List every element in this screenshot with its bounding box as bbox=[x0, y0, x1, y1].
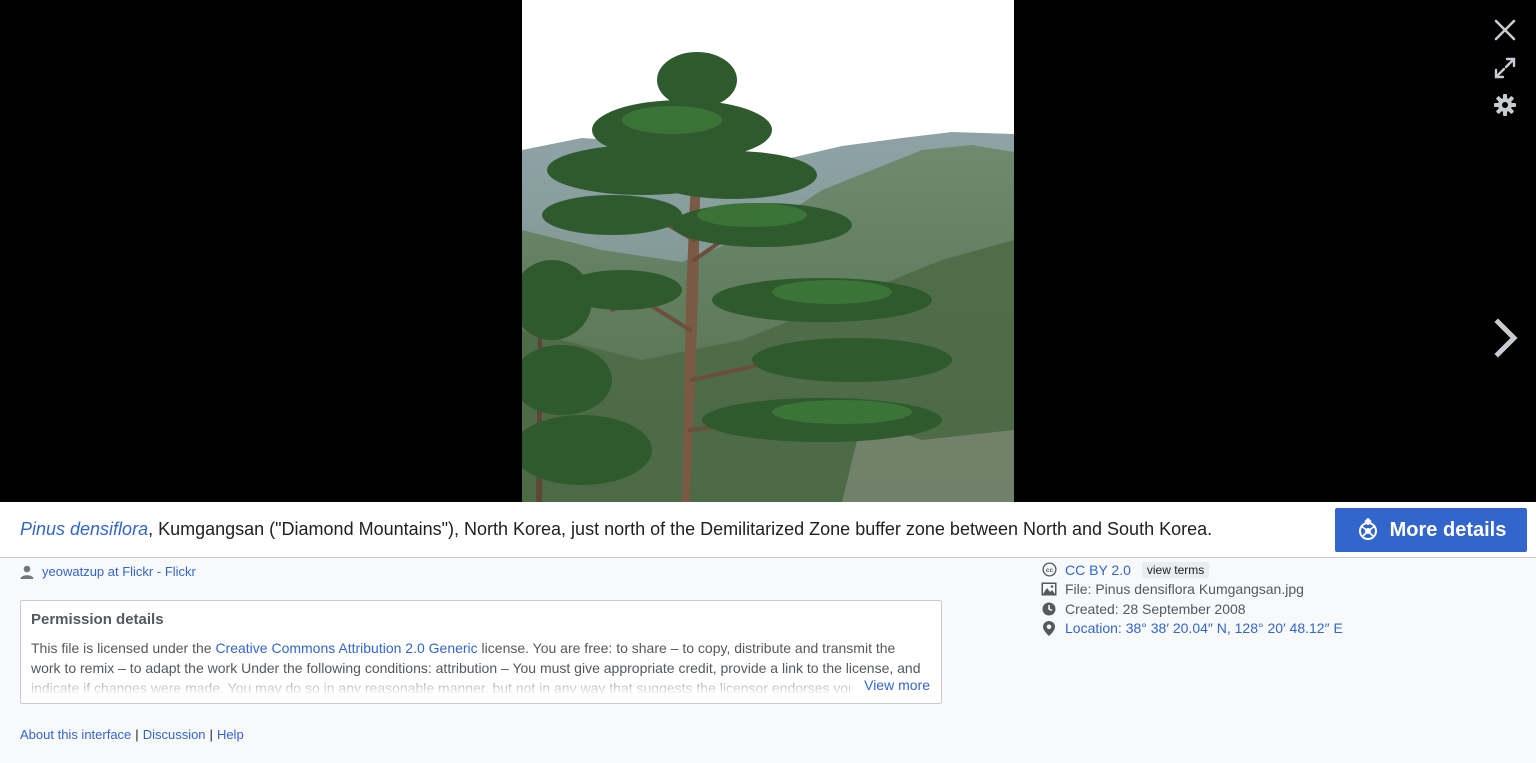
next-image-button[interactable] bbox=[1486, 315, 1526, 361]
file-metadata: cc CC BY 2.0 view terms File: Pinus dens… bbox=[1041, 560, 1343, 638]
image-caption: Pinus densiflora, Kumgangsan ("Diamond M… bbox=[20, 519, 1212, 540]
gear-icon bbox=[1494, 94, 1516, 116]
separator: | bbox=[209, 727, 213, 742]
photo-illustration bbox=[522, 0, 1014, 502]
close-icon bbox=[1494, 19, 1516, 41]
location-row: Location: 38° 38′ 20.04″ N, 128° 20′ 48.… bbox=[1041, 619, 1343, 639]
view-more-link[interactable]: View more bbox=[850, 677, 930, 693]
permission-title: Permission details bbox=[31, 611, 164, 628]
created-date: Created: 28 September 2008 bbox=[1065, 600, 1246, 617]
created-row: Created: 28 September 2008 bbox=[1041, 599, 1343, 619]
separator: | bbox=[135, 727, 139, 742]
creative-commons-icon: cc bbox=[1041, 562, 1057, 577]
help-link[interactable]: Help bbox=[217, 727, 244, 742]
permission-body: This file is licensed under the Creative… bbox=[31, 638, 926, 694]
caption-description: , Kumgangsan ("Diamond Mountains"), Nort… bbox=[148, 519, 1213, 539]
fullscreen-button[interactable] bbox=[1490, 53, 1520, 83]
license-link[interactable]: Creative Commons Attribution 2.0 Generic bbox=[215, 640, 477, 656]
clock-icon bbox=[1042, 602, 1056, 616]
more-details-label: More details bbox=[1389, 518, 1507, 541]
map-pin-icon bbox=[1043, 620, 1055, 636]
commons-logo-icon bbox=[1358, 518, 1377, 540]
permission-details-panel: Permission details This file is licensed… bbox=[20, 600, 942, 704]
license-name-link[interactable]: CC BY 2.0 bbox=[1065, 562, 1131, 578]
text-fade bbox=[31, 678, 926, 694]
filename-row: File: Pinus densiflora Kumgangsan.jpg bbox=[1041, 580, 1343, 600]
author-credit: yeowatzup at Flickr - Flickr bbox=[20, 564, 196, 579]
species-link[interactable]: Pinus densiflora bbox=[20, 519, 148, 539]
close-button[interactable] bbox=[1490, 15, 1520, 45]
footer-links: About this interface | Discussion | Help bbox=[20, 727, 244, 742]
photo-pine-tree[interactable] bbox=[522, 0, 1014, 502]
more-details-button[interactable]: More details bbox=[1335, 508, 1527, 552]
fullscreen-icon bbox=[1494, 57, 1516, 79]
discussion-link[interactable]: Discussion bbox=[143, 727, 206, 742]
caption-bar: Pinus densiflora, Kumgangsan ("Diamond M… bbox=[0, 502, 1536, 558]
image-file-icon bbox=[1041, 582, 1057, 596]
chevron-right-icon bbox=[1494, 318, 1518, 358]
media-viewer bbox=[0, 0, 1536, 502]
location-link[interactable]: Location: 38° 38′ 20.04″ N, 128° 20′ 48.… bbox=[1065, 620, 1343, 636]
svg-text:cc: cc bbox=[1045, 567, 1053, 574]
filename: File: Pinus densiflora Kumgangsan.jpg bbox=[1065, 581, 1304, 598]
settings-button[interactable] bbox=[1490, 90, 1520, 120]
license-row: cc CC BY 2.0 view terms bbox=[1041, 560, 1343, 580]
author-link[interactable]: yeowatzup at Flickr - Flickr bbox=[42, 564, 196, 579]
about-interface-link[interactable]: About this interface bbox=[20, 727, 131, 742]
user-icon bbox=[20, 565, 34, 579]
view-terms-button[interactable]: view terms bbox=[1141, 561, 1210, 578]
permission-intro: This file is licensed under the bbox=[31, 640, 216, 656]
